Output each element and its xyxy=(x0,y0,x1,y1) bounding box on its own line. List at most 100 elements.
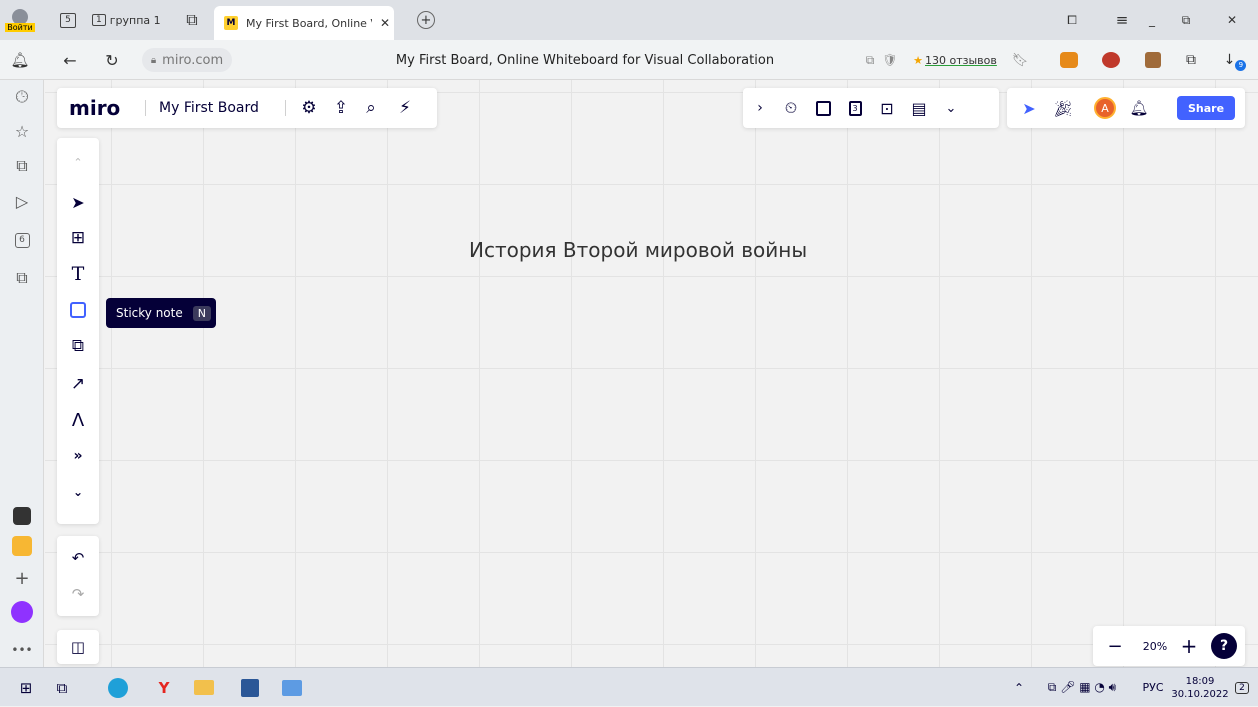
active-tab[interactable]: M My First Board, Online V ✕ xyxy=(214,6,394,40)
chevron-right-icon[interactable]: › xyxy=(751,96,769,120)
copy-link-icon[interactable]: ⧉ xyxy=(860,40,880,80)
collections-icon[interactable]: ⧉ xyxy=(8,152,36,180)
frames-panel-button[interactable]: ◫ xyxy=(57,630,99,664)
settings-icon[interactable]: ⚙ xyxy=(297,96,321,120)
extension-3-icon[interactable] xyxy=(1142,40,1164,80)
tab-group-icon[interactable]: 5 xyxy=(58,0,78,40)
notifications-icon[interactable]: 🔔︎ xyxy=(1127,96,1151,120)
close-tab-icon[interactable]: ✕ xyxy=(380,16,390,30)
miro-canvas[interactable]: miro My First Board ⚙ ⇪ ⌕ ⚡︎ › ⏲︎ 3 ⊡ ▤ … xyxy=(45,80,1258,667)
zoom-in-icon[interactable]: + xyxy=(1177,634,1201,658)
clock-date: 30.10.2022 xyxy=(1171,688,1229,700)
add-app-icon[interactable]: + xyxy=(8,564,36,592)
tab-group-count: 1 xyxy=(92,14,106,26)
ext3-shape xyxy=(1145,52,1161,68)
voting-icon[interactable]: 3 xyxy=(843,96,867,120)
back-icon[interactable]: ← xyxy=(58,40,82,80)
zoom-out-icon[interactable]: − xyxy=(1103,634,1127,658)
pen-tool-icon[interactable]: Λ xyxy=(66,408,90,432)
miro-logo[interactable]: miro xyxy=(69,88,120,128)
reviews-link[interactable]: ★ 130 отзывов xyxy=(910,40,1000,80)
counter-icon[interactable]: 6 xyxy=(8,226,36,254)
menu-icon[interactable]: ≡ xyxy=(1112,0,1132,40)
screenshot-icon[interactable]: ⧉ xyxy=(8,264,36,292)
header-divider-2 xyxy=(285,100,286,116)
url-field[interactable]: 🔒︎ miro.com xyxy=(142,48,232,72)
notification-center-icon[interactable]: 2 xyxy=(1230,668,1254,707)
active-tab-title: My First Board, Online V xyxy=(246,16,372,30)
undo-icon[interactable]: ↶ xyxy=(66,546,90,570)
new-tab-group-icon[interactable]: ⧉ xyxy=(180,0,204,40)
task-view-icon[interactable]: ⧉ xyxy=(50,668,74,707)
cursor-tracking-icon[interactable]: ➤ xyxy=(1017,96,1041,120)
notes-icon[interactable]: ▤ xyxy=(907,96,931,120)
board-name[interactable]: My First Board xyxy=(159,88,259,128)
tray-icons[interactable]: ⧉ 🎤︎ ▦ ◔ 🔊︎ xyxy=(1030,668,1134,707)
redo-icon[interactable]: ↷ xyxy=(66,582,90,606)
restore-icon[interactable]: ⧉ xyxy=(1176,0,1196,40)
yandex-browser-icon[interactable]: Y xyxy=(150,668,178,707)
alice-icon[interactable] xyxy=(8,598,36,626)
select-tool-icon[interactable]: ➤ xyxy=(66,190,90,214)
word-shape xyxy=(241,678,259,697)
start-icon[interactable]: ⊞ xyxy=(14,668,38,707)
yandex-app-icon[interactable] xyxy=(8,532,36,560)
reviews-label: 130 отзывов xyxy=(925,53,997,67)
more-apps-icon[interactable]: » xyxy=(66,444,90,468)
history-icon[interactable]: 🕒︎ xyxy=(8,83,36,111)
sticky-stack-icon[interactable] xyxy=(811,96,835,120)
paint-icon[interactable] xyxy=(278,668,306,707)
file-explorer-icon[interactable] xyxy=(190,668,218,707)
avatar[interactable]: A xyxy=(1093,96,1117,120)
zoom-level[interactable]: 20% xyxy=(1135,634,1175,658)
templates-tool-icon[interactable]: ⊞ xyxy=(66,226,90,250)
tooltip-shortcut: N xyxy=(192,305,211,321)
tabs-menu-icon[interactable]: ⧠ xyxy=(1062,0,1082,40)
timer-icon[interactable]: ⏲︎ xyxy=(779,96,803,120)
more-icon[interactable]: ••• xyxy=(8,636,36,664)
help-button[interactable]: ? xyxy=(1211,633,1237,659)
shapes-tool-icon[interactable]: ⧉ xyxy=(66,334,90,358)
extension-2-icon[interactable] xyxy=(1100,40,1122,80)
extensions-icon[interactable]: ⧉ xyxy=(1180,40,1202,80)
minimize-icon[interactable]: _ xyxy=(1142,0,1162,40)
lock-icon: 🔒︎ xyxy=(150,54,157,66)
alice-record-icon[interactable] xyxy=(8,502,36,530)
paint-shape xyxy=(282,679,302,696)
word-icon[interactable] xyxy=(236,668,264,707)
search-icon[interactable]: ⌕ xyxy=(359,96,383,120)
reload-icon[interactable]: ↻ xyxy=(100,40,124,80)
clock[interactable]: 18:09 30.10.2022 xyxy=(1171,668,1229,707)
board-text[interactable]: История Второй мировой войны xyxy=(469,238,807,262)
login-button[interactable]: Войти xyxy=(4,0,36,40)
new-tab-button[interactable]: + xyxy=(416,0,436,40)
close-window-icon[interactable]: ✕ xyxy=(1222,0,1242,40)
more-tools-icon[interactable]: ⌄ xyxy=(939,96,963,120)
tray-chevron-icon[interactable]: ⌃ xyxy=(1010,668,1028,707)
video-icon[interactable]: ▷ xyxy=(8,187,36,215)
protect-icon[interactable]: 🛡︎ xyxy=(880,40,900,80)
sticky-note-tool-icon[interactable] xyxy=(66,298,90,322)
presentation-icon[interactable]: ⊡ xyxy=(875,96,899,120)
language-indicator[interactable]: РУС xyxy=(1138,668,1168,707)
collaboration-panel: ➤ 🎉︎ A 🔔︎ Share xyxy=(1007,88,1245,128)
connection-line-tool-icon[interactable]: ↗ xyxy=(66,372,90,396)
collapse-up-icon[interactable]: ⌃ xyxy=(66,150,90,174)
export-icon[interactable]: ⇪ xyxy=(329,96,353,120)
bookmark-icon[interactable]: 🔖︎ xyxy=(1010,40,1030,80)
favorites-icon[interactable]: ☆ xyxy=(8,117,36,145)
reactions-icon[interactable]: 🎉︎ xyxy=(1051,96,1075,120)
text-tool-icon[interactable]: T xyxy=(66,262,90,286)
share-button[interactable]: Share xyxy=(1177,96,1235,120)
downloads-button[interactable]: ↓ 9 xyxy=(1220,40,1250,80)
tab-group-button[interactable]: 1 группа 1 xyxy=(92,0,172,40)
extension-1-icon[interactable] xyxy=(1058,40,1080,80)
bell-icon[interactable]: 🔔︎ xyxy=(6,40,34,80)
integrations-icon[interactable]: ⚡︎ xyxy=(393,96,417,120)
browser-sidebar: 🕒︎ ☆ ⧉ ▷ 6 ⧉ + ••• xyxy=(0,80,44,667)
expand-down-icon[interactable]: ⌄ xyxy=(66,480,90,504)
download-icon: ↓ xyxy=(1223,52,1236,68)
avatar-initial: A xyxy=(1094,97,1116,119)
edge-icon[interactable] xyxy=(104,668,132,707)
undo-redo-panel: ↶ ↷ xyxy=(57,536,99,616)
